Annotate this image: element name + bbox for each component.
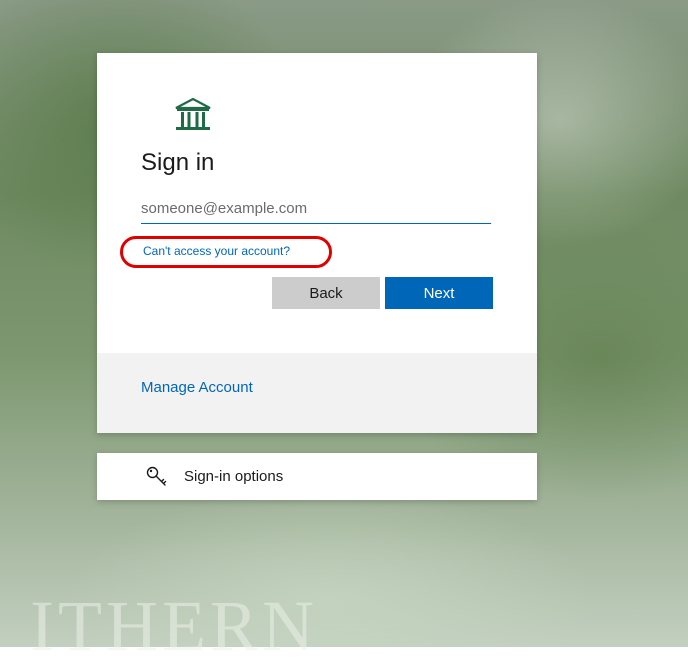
- next-button[interactable]: Next: [385, 277, 493, 309]
- key-icon: [146, 466, 167, 486]
- manage-account-link[interactable]: Manage Account: [141, 379, 253, 396]
- background-watermark-text: ITHERN: [30, 586, 318, 666]
- back-button[interactable]: Back: [272, 277, 380, 309]
- institution-columns-icon: [175, 97, 211, 130]
- sign-in-options-label: Sign-in options: [184, 468, 284, 485]
- cant-access-account-link[interactable]: Can't access your account?: [143, 244, 290, 258]
- card-footer: Manage Account: [97, 353, 537, 433]
- page-title: Sign in: [141, 149, 215, 176]
- sign-in-options-button[interactable]: Sign-in options: [97, 453, 537, 500]
- sign-in-card: Sign in Can't access your account? Back …: [97, 53, 537, 433]
- email-field[interactable]: [141, 193, 491, 224]
